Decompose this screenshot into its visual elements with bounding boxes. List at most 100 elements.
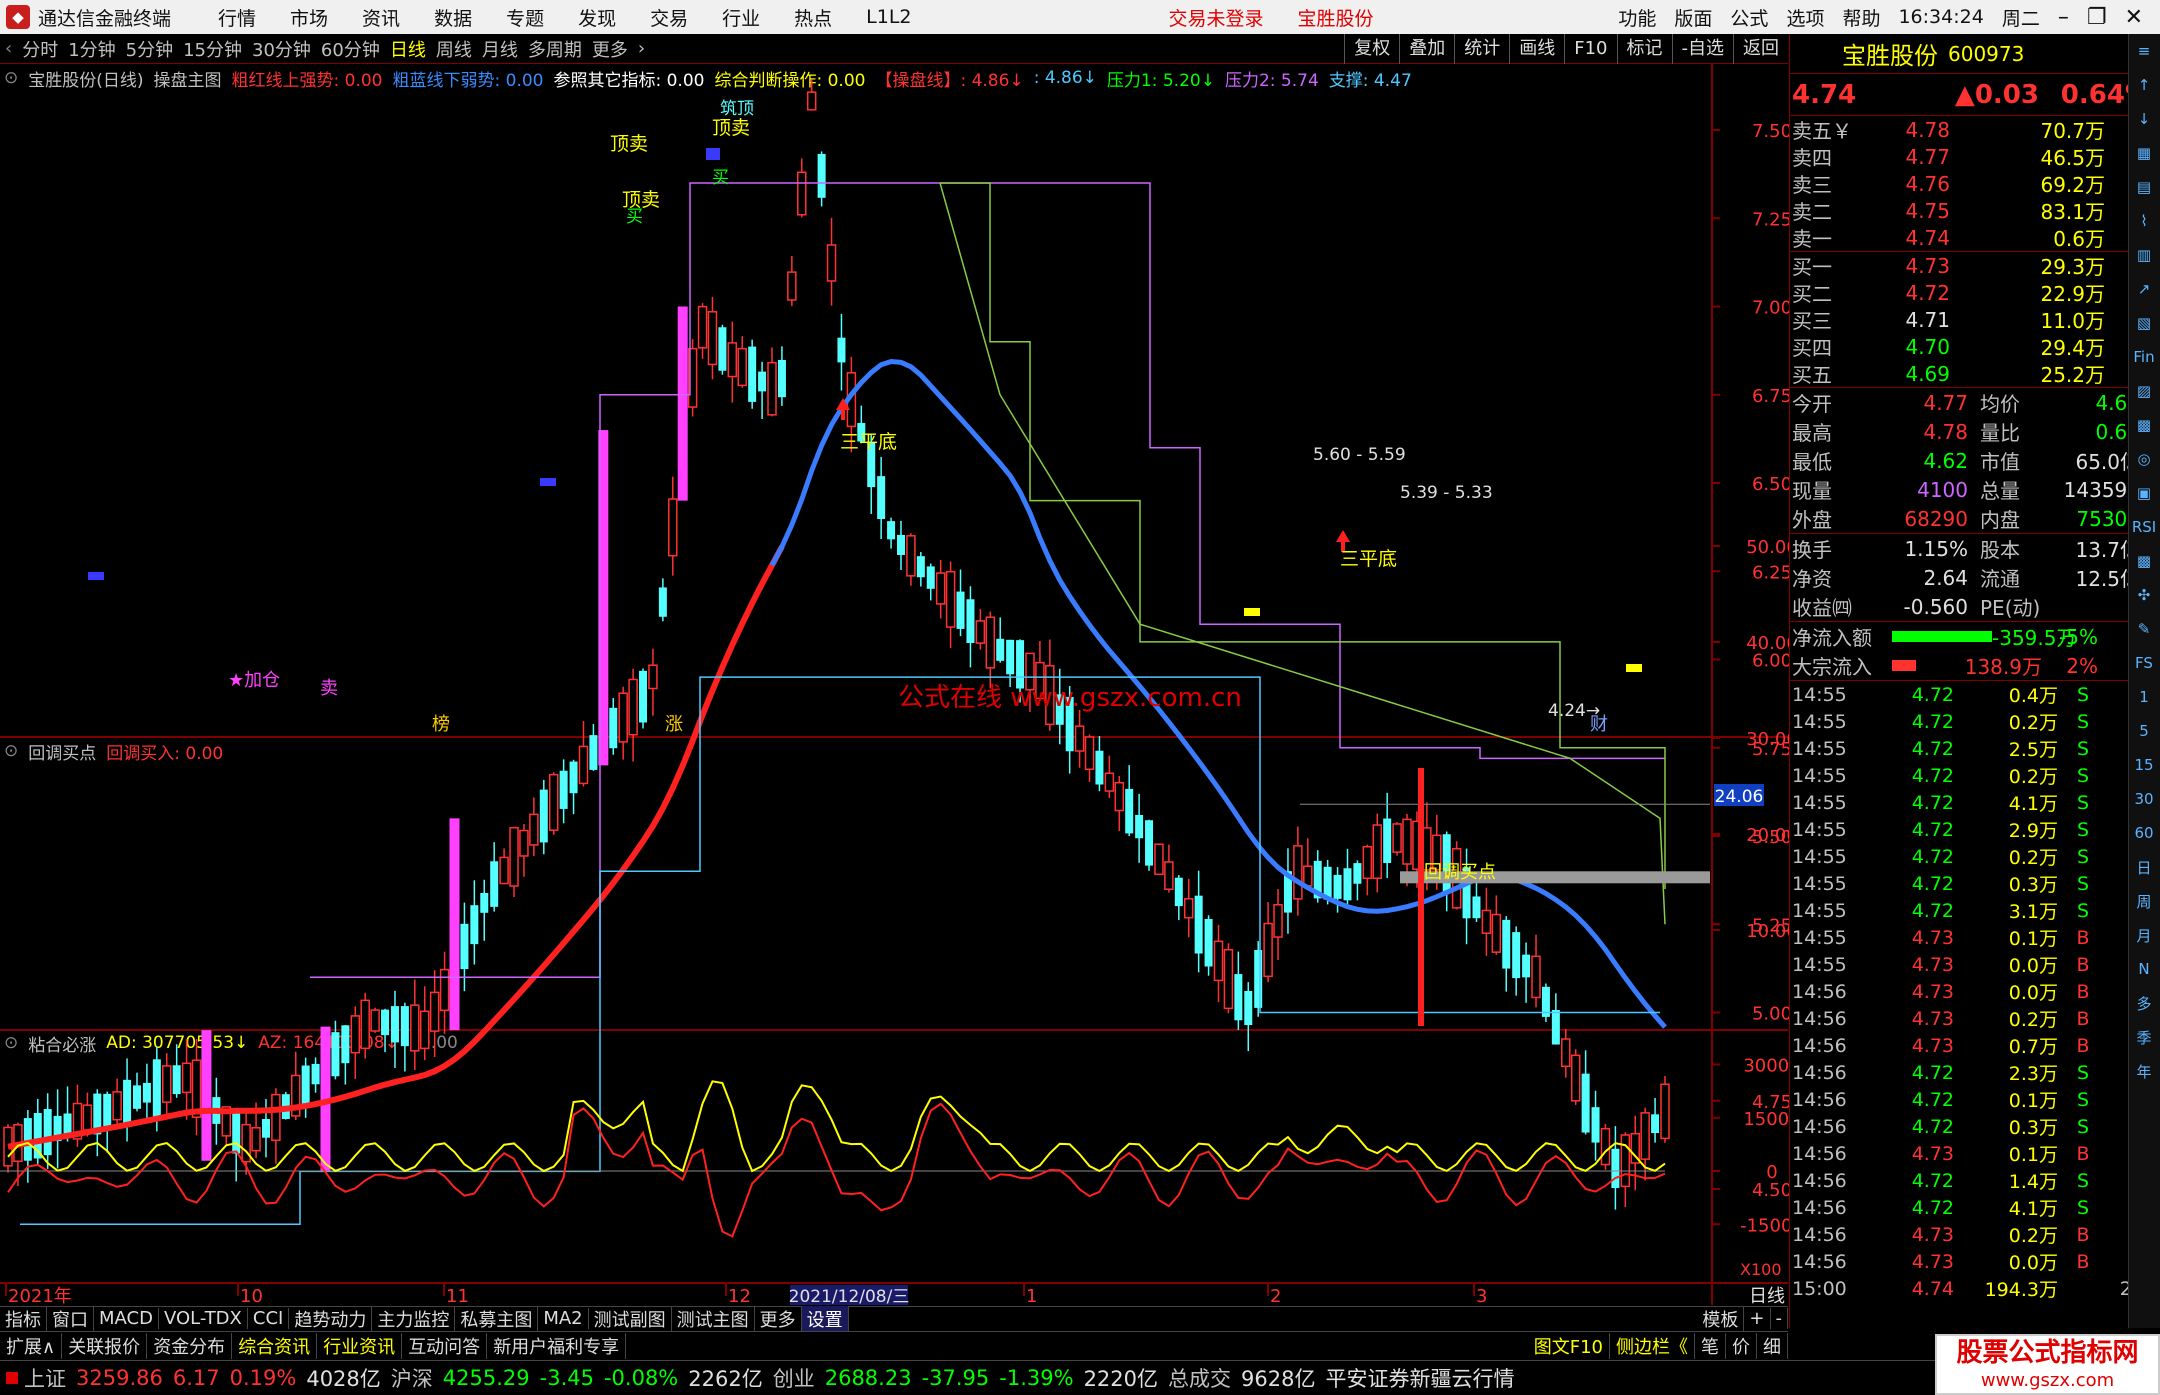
- menu-quotes[interactable]: 行情: [218, 4, 256, 31]
- login-status[interactable]: 交易未登录: [1169, 4, 1264, 31]
- period-multi[interactable]: 多周期: [528, 36, 582, 62]
- indicator-tab-12[interactable]: 设置: [801, 1305, 849, 1332]
- buy-level[interactable]: 买一 4.73 29.3万: [1790, 252, 2160, 280]
- side-tool-icon[interactable]: 5: [2129, 714, 2159, 748]
- tool-adjust[interactable]: 复权: [1344, 34, 1399, 64]
- info-tab-2[interactable]: 资金分布: [147, 1332, 233, 1359]
- side-tool-icon[interactable]: ▥: [2129, 238, 2159, 272]
- side-tool-icon[interactable]: ▣: [2129, 476, 2159, 510]
- side-tool-icon[interactable]: RSI: [2129, 510, 2159, 544]
- indicator-tab-6[interactable]: 主力监控: [372, 1305, 456, 1332]
- info-right-2[interactable]: 笔: [1695, 1332, 1726, 1359]
- side-tool-icon[interactable]: ▦: [2129, 136, 2159, 170]
- tool-overlay[interactable]: 叠加: [1399, 34, 1454, 64]
- side-tool-icon[interactable]: 周: [2129, 884, 2159, 918]
- indicator-tab-5[interactable]: 趋势动力: [289, 1305, 373, 1332]
- settings-icon[interactable]: ⊙: [4, 741, 18, 761]
- status-item-15[interactable]: 总成交: [1168, 1363, 1231, 1393]
- tool-watchlist[interactable]: -自选: [1671, 34, 1734, 64]
- info-tab-3[interactable]: 综合资讯: [232, 1332, 318, 1359]
- side-tool-icon[interactable]: ▩: [2129, 544, 2159, 578]
- indicator-tab-3[interactable]: VOL-TDX: [159, 1308, 248, 1329]
- tool-mark[interactable]: 标记: [1616, 34, 1672, 64]
- sell-level[interactable]: 卖三 4.76 69.2万: [1790, 170, 2160, 198]
- tool-stats[interactable]: 统计: [1454, 34, 1509, 64]
- side-tool-icon[interactable]: ✣: [2129, 578, 2159, 612]
- side-tool-icon[interactable]: Fin: [2129, 340, 2159, 374]
- period-5min[interactable]: 5分钟: [126, 36, 173, 62]
- side-tool-icon[interactable]: N: [2129, 952, 2159, 986]
- buy-level[interactable]: 买二 4.72 22.9万: [1790, 279, 2160, 307]
- indicator-tab-8[interactable]: MA2: [538, 1308, 589, 1329]
- tool-f10[interactable]: F10: [1564, 34, 1616, 64]
- sell-level[interactable]: 卖四 4.77 46.5万: [1790, 143, 2160, 171]
- side-tool-icon[interactable]: ▧: [2129, 306, 2159, 340]
- buy-level[interactable]: 买五 4.69 25.2万: [1790, 360, 2160, 388]
- period-more[interactable]: 更多: [592, 36, 628, 62]
- tool-back[interactable]: 返回: [1733, 34, 1788, 64]
- info-right-0[interactable]: 图文F10: [1528, 1332, 1610, 1359]
- status-item-0[interactable]: 上证: [24, 1363, 66, 1393]
- chevron-left-icon[interactable]: ‹: [5, 38, 12, 59]
- status-item-10[interactable]: 创业: [773, 1363, 815, 1393]
- period-intraday[interactable]: 分时: [22, 36, 58, 62]
- buy-level[interactable]: 买四 4.70 29.4万: [1790, 333, 2160, 361]
- menu-data[interactable]: 数据: [434, 4, 472, 31]
- minimize-icon[interactable]: –: [2058, 5, 2069, 30]
- indicator-tab-7[interactable]: 私募主图: [455, 1305, 539, 1332]
- menu-market[interactable]: 市场: [290, 4, 328, 31]
- menu-layout[interactable]: 版面: [1674, 4, 1712, 31]
- bottom-extra-0[interactable]: 模板: [1697, 1305, 1745, 1332]
- indicator-tab-0[interactable]: 指标: [0, 1305, 47, 1332]
- menu-l1l2[interactable]: L1L2: [866, 6, 911, 28]
- menu-discover[interactable]: 发现: [578, 4, 616, 31]
- side-tool-icon[interactable]: ▨: [2129, 374, 2159, 408]
- side-tool-icon[interactable]: ≡: [2129, 34, 2159, 68]
- menu-news[interactable]: 资讯: [362, 4, 400, 31]
- side-tool-icon[interactable]: ▩: [2129, 408, 2159, 442]
- side-tool-icon[interactable]: 1: [2129, 680, 2159, 714]
- menu-options[interactable]: 选项: [1786, 4, 1824, 31]
- period-60min[interactable]: 60分钟: [321, 36, 380, 62]
- side-tool-icon[interactable]: 多: [2129, 986, 2159, 1020]
- side-tool-icon[interactable]: 日: [2129, 850, 2159, 884]
- buy-level[interactable]: 买三 4.71 11.0万: [1790, 306, 2160, 334]
- status-item-5[interactable]: 沪深: [391, 1363, 433, 1393]
- side-tool-icon[interactable]: ▤: [2129, 170, 2159, 204]
- bottom-extra-1[interactable]: +: [1744, 1308, 1771, 1329]
- menu-function[interactable]: 功能: [1618, 4, 1656, 31]
- menu-help[interactable]: 帮助: [1842, 4, 1880, 31]
- info-right-3[interactable]: 价: [1726, 1332, 1757, 1359]
- indicator-tab-9[interactable]: 测试副图: [589, 1305, 672, 1332]
- side-tool-icon[interactable]: 60: [2129, 816, 2159, 850]
- period-daily[interactable]: 日线: [390, 36, 426, 62]
- side-tool-icon[interactable]: FS: [2129, 646, 2159, 680]
- sell-level[interactable]: 卖二 4.75 83.1万: [1790, 197, 2160, 225]
- info-tab-6[interactable]: 新用户福利专享: [487, 1332, 627, 1359]
- tick-list[interactable]: 14:554.720.4万S314:554.720.2万S214:554.722…: [1790, 681, 2160, 1302]
- info-tab-5[interactable]: 互动问答: [402, 1332, 488, 1359]
- sell-level[interactable]: 卖五￥ 4.78 70.7万: [1790, 116, 2160, 144]
- info-right-4[interactable]: 细: [1757, 1332, 1788, 1359]
- settings-icon[interactable]: ⊙: [4, 68, 18, 88]
- info-tab-4[interactable]: 行业资讯: [317, 1332, 403, 1359]
- bottom-extra-2[interactable]: -: [1771, 1308, 1788, 1329]
- side-tool-icon[interactable]: ↓: [2129, 102, 2159, 136]
- indicator-tab-10[interactable]: 测试主图: [672, 1305, 755, 1332]
- period-30min[interactable]: 30分钟: [252, 36, 311, 62]
- sell-level[interactable]: 卖一 4.74 0.6万: [1790, 224, 2160, 252]
- close-icon[interactable]: ✕: [2125, 5, 2143, 30]
- period-15min[interactable]: 15分钟: [183, 36, 242, 62]
- side-tool-icon[interactable]: 15: [2129, 748, 2159, 782]
- settings-icon[interactable]: ⊙: [4, 1033, 18, 1053]
- chevron-right-icon[interactable]: ›: [638, 38, 645, 59]
- info-tab-1[interactable]: 关联报价: [62, 1332, 148, 1359]
- indicator-tab-4[interactable]: CCI: [248, 1308, 290, 1329]
- side-tool-icon[interactable]: ⌇: [2129, 204, 2159, 238]
- indicator-tab-1[interactable]: 窗口: [47, 1305, 94, 1332]
- period-weekly[interactable]: 周线: [436, 36, 472, 62]
- menu-industry[interactable]: 行业: [722, 4, 760, 31]
- side-tool-icon[interactable]: ↑: [2129, 68, 2159, 102]
- menu-topics[interactable]: 专题: [506, 4, 544, 31]
- side-tool-icon[interactable]: 月: [2129, 918, 2159, 952]
